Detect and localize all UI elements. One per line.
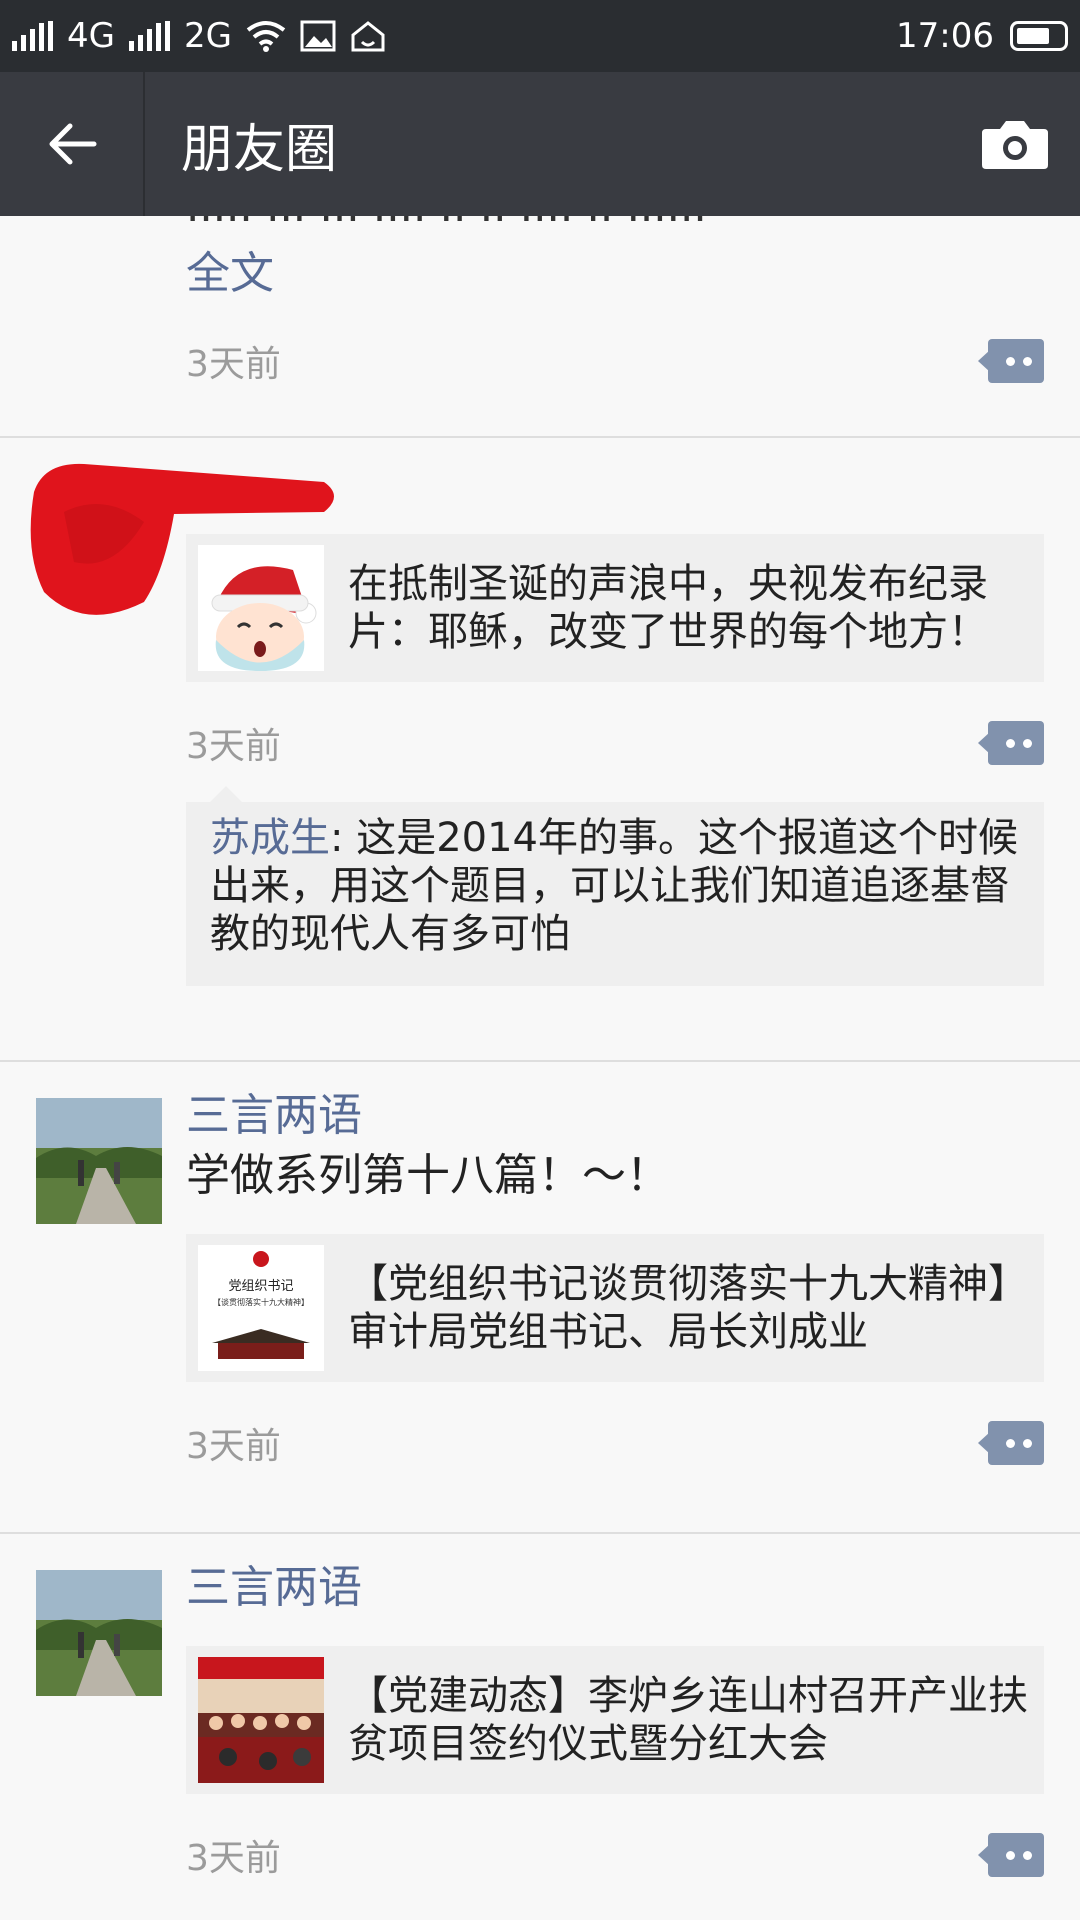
link-thumbnail: 党组织书记 【谈贯彻落实十九大精神】 [198, 1245, 324, 1371]
clock: 17:06 [896, 16, 994, 56]
shared-link-card[interactable]: 【党建动态】李炉乡连山村召开产业扶贫项目签约仪式暨分红大会 [186, 1646, 1044, 1794]
battery-icon [1010, 21, 1068, 51]
thumb-title: 党组织书记 [228, 1279, 294, 1294]
post-truncated: ····· ··· ··· ···· ·· ·· ···· ·· ······ … [0, 216, 1080, 436]
comment-action-button[interactable] [978, 1833, 1044, 1877]
link-title: 【党组织书记谈贯彻落实十九大精神】审计局党组书记、局长刘成业 [348, 1261, 1028, 1355]
network-type-1: 4G [67, 16, 115, 56]
comment-action-button[interactable] [978, 721, 1044, 765]
signal-2-icon [128, 21, 170, 51]
camera-button[interactable] [950, 72, 1080, 216]
signal-1-icon [12, 21, 53, 51]
post-meta: 3天前 [0, 326, 1080, 396]
comment-separator: : [330, 815, 344, 861]
page-title: 朋友圈 [181, 119, 338, 180]
meeting-photo-icon [198, 1657, 324, 1783]
home-icon [351, 21, 385, 52]
post-item: 三言两语 学做系列第十八篇！～！ 党组织书记 【谈贯彻落实十九大精神】 【党组织… [0, 1062, 1080, 1532]
post-item: 在抵制圣诞的声浪中，央视发布纪录片：耶稣，改变了世界的每个地方！ 3天前 苏成生… [0, 438, 1080, 1060]
post-item: 三言两语 【党建动态】李炉乡连山村召开产业扶贫项目签约仪式暨分红大会 3天前 [0, 1534, 1080, 1920]
post-meta: 3天前 [0, 708, 1080, 778]
comment-action-button[interactable] [978, 339, 1044, 383]
comment-action-button[interactable] [978, 1421, 1044, 1465]
post-meta: 3天前 [0, 1820, 1080, 1890]
redaction-mark [30, 463, 335, 615]
status-bar: 4G 2G 17:06 [0, 0, 1080, 72]
party-emblem-icon [212, 1251, 310, 1359]
post-meta: 3天前 [0, 1408, 1080, 1478]
poster-name[interactable]: 三言两语 [186, 1086, 1080, 1146]
moments-feed[interactable]: ····· ··· ··· ···· ·· ·· ···· ·· ······ … [0, 216, 1080, 1920]
image-icon [300, 20, 336, 52]
post-time: 3天前 [186, 344, 281, 385]
full-text-link[interactable]: 全文 [186, 246, 1080, 302]
wifi-icon [246, 21, 286, 52]
shared-link-card[interactable]: 党组织书记 【谈贯彻落实十九大精神】 【党组织书记谈贯彻落实十九大精神】审计局党… [186, 1234, 1044, 1382]
poster-name[interactable]: 三言两语 [186, 1558, 1080, 1618]
clipped-text-line: ····· ··· ··· ···· ·· ·· ···· ·· ······ [186, 216, 707, 243]
post-text: 学做系列第十八篇！～！ [186, 1150, 670, 1201]
nav-bar: 朋友圈 [0, 72, 1080, 216]
avatar-photo-icon [36, 1098, 162, 1224]
thumb-subtitle: 【谈贯彻落实十九大精神】 [213, 1298, 309, 1307]
link-title: 【党建动态】李炉乡连山村召开产业扶贫项目签约仪式暨分红大会 [348, 1673, 1028, 1767]
avatar[interactable] [36, 1098, 162, 1224]
post-time: 3天前 [186, 726, 281, 767]
comment-author[interactable]: 苏成生 [210, 815, 330, 861]
back-button[interactable] [0, 72, 145, 216]
post-time: 3天前 [186, 1838, 281, 1879]
link-thumbnail [198, 1657, 324, 1783]
back-arrow-icon [49, 123, 96, 165]
avatar[interactable] [36, 1570, 162, 1696]
network-type-2: 2G [183, 16, 232, 56]
avatar-photo-icon [36, 1570, 162, 1696]
post-time: 3天前 [186, 1426, 281, 1467]
comment-box: 苏成生: 这是2014年的事。这个报道这个时候出来，用这个题目，可以让我们知道追… [186, 786, 1044, 986]
link-title: 在抵制圣诞的声浪中，央视发布纪录片：耶稣，改变了世界的每个地方！ [348, 561, 988, 655]
camera-icon [982, 121, 1048, 169]
